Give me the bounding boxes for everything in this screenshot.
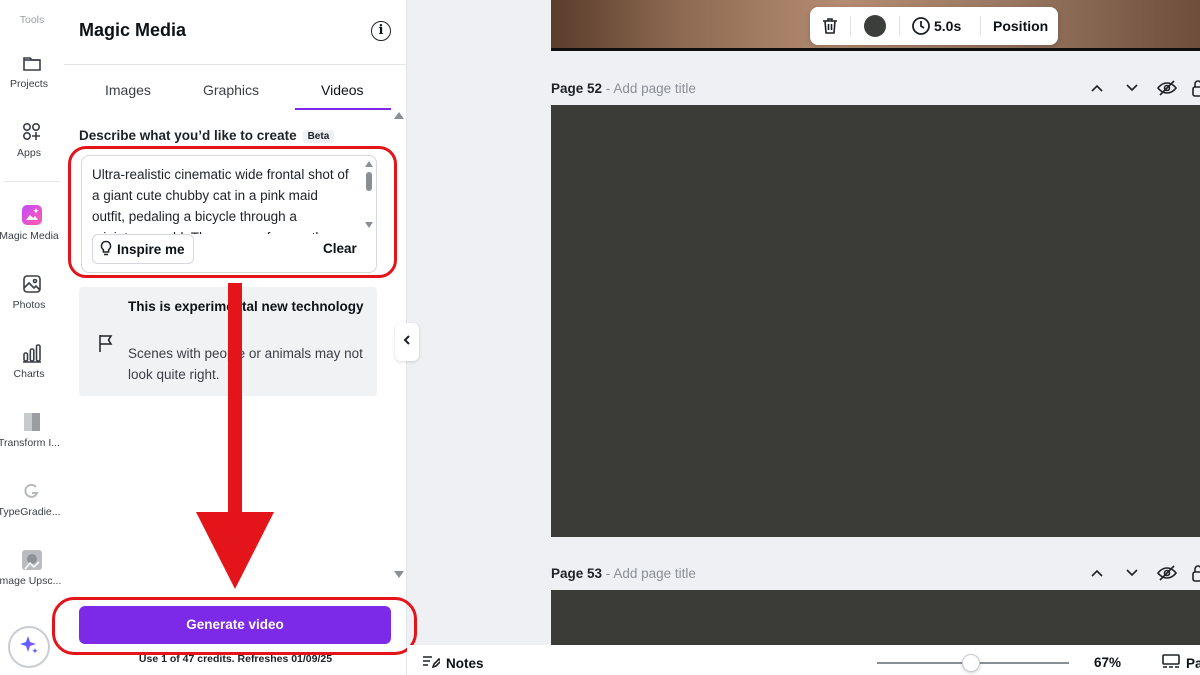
folder-icon bbox=[21, 52, 43, 74]
lock-page-icon[interactable] bbox=[1192, 79, 1200, 102]
page-title-bar[interactable]: Page 52 - Add page title bbox=[551, 81, 696, 96]
rail-item-photos[interactable]: Photos bbox=[0, 273, 64, 311]
rail-item-image-upscaler[interactable]: Image Upsc... bbox=[0, 549, 64, 587]
page-title-bar[interactable]: Page 53 - Add page title bbox=[551, 566, 696, 581]
inspire-me-button[interactable]: Inspire me bbox=[92, 234, 194, 264]
panel-title: Magic Media bbox=[79, 20, 187, 40]
clear-button[interactable]: Clear bbox=[323, 241, 357, 256]
rail-item-typegradient[interactable]: TypeGradie... bbox=[0, 480, 64, 518]
prompt-textarea[interactable]: Ultra-realistic cinematic wide frontal s… bbox=[81, 155, 377, 273]
rail-item-label: TypeGradie... bbox=[0, 506, 61, 518]
page-title-placeholder[interactable]: Add page title bbox=[613, 566, 696, 581]
prompt-scrollbar-thumb[interactable] bbox=[366, 172, 372, 191]
collapse-panel-button[interactable] bbox=[395, 323, 419, 361]
rail-item-apps[interactable]: Apps bbox=[0, 121, 64, 159]
page-title-separator: - bbox=[602, 81, 614, 96]
sparkle-icon bbox=[18, 634, 40, 661]
left-rail: Tools Projects Apps Magic Media Photos C… bbox=[0, 0, 64, 675]
magic-media-panel: Magic Media i Images Graphics Videos Des… bbox=[64, 0, 407, 675]
rail-item-magic-media[interactable]: Magic Media bbox=[0, 204, 64, 242]
rail-item-label: Projects bbox=[10, 78, 48, 90]
typegradient-app-icon bbox=[21, 480, 43, 502]
pages-label: Pages bbox=[1186, 656, 1200, 671]
prompt-scroll-down-arrow[interactable] bbox=[365, 222, 373, 228]
tab-graphics[interactable]: Graphics bbox=[203, 82, 259, 98]
rail-item-label: Image Upsc... bbox=[0, 575, 62, 587]
page-number: Page 53 bbox=[551, 566, 603, 581]
rail-item-charts[interactable]: Charts bbox=[0, 342, 64, 380]
prompt-scroll-up-arrow[interactable] bbox=[365, 161, 373, 167]
notice-body: Scenes with people or animals may not lo… bbox=[128, 346, 363, 382]
prompt-label-text: Describe what you’d like to create bbox=[79, 128, 297, 143]
credits-info: Use 1 of 47 credits. Refreshes 01/09/25 bbox=[138, 653, 333, 665]
toolbar-divider bbox=[899, 16, 900, 36]
chevron-down-icon[interactable] bbox=[1125, 81, 1139, 100]
experimental-notice: This is experimental new technology Scen… bbox=[79, 287, 377, 396]
image-upscaler-app-icon bbox=[21, 549, 43, 571]
hide-page-icon[interactable] bbox=[1157, 79, 1177, 102]
pages-view-button[interactable]: Pages bbox=[1162, 654, 1200, 673]
chevron-left-icon bbox=[402, 333, 412, 351]
flag-icon bbox=[97, 333, 115, 358]
notes-label: Notes bbox=[446, 656, 484, 671]
notes-icon bbox=[422, 655, 443, 672]
rail-item-label: Photos bbox=[12, 299, 46, 311]
beta-badge: Beta bbox=[302, 130, 335, 143]
page-title-placeholder[interactable]: Add page title bbox=[613, 81, 696, 96]
lock-page-icon[interactable] bbox=[1192, 564, 1200, 587]
page-number: Page 52 bbox=[551, 81, 603, 96]
ai-assistant-button[interactable] bbox=[8, 626, 50, 668]
transform-app-icon bbox=[21, 411, 43, 433]
panel-header-divider bbox=[64, 64, 407, 65]
page-canvas-53[interactable] bbox=[551, 590, 1200, 645]
tab-images[interactable]: Images bbox=[105, 82, 151, 98]
duration-button[interactable]: 5.0s bbox=[934, 18, 961, 34]
toolbar-divider bbox=[980, 16, 981, 36]
lightbulb-icon bbox=[99, 240, 113, 259]
rail-item-transform[interactable]: Transform I... bbox=[0, 411, 64, 449]
tools-label: Tools bbox=[19, 14, 45, 26]
rail-item-label: Transform I... bbox=[0, 437, 61, 449]
toolbar-divider bbox=[850, 16, 851, 36]
zoom-level[interactable]: 67% bbox=[1094, 655, 1121, 670]
color-swatch-button[interactable] bbox=[864, 15, 886, 37]
zoom-slider-thumb[interactable] bbox=[962, 654, 980, 672]
generate-video-button[interactable]: Generate video bbox=[79, 606, 391, 644]
notes-button[interactable]: Notes bbox=[422, 655, 484, 672]
hide-page-icon[interactable] bbox=[1157, 564, 1177, 587]
chevron-down-icon[interactable] bbox=[1125, 566, 1139, 585]
panel-scroll-up-arrow[interactable] bbox=[394, 112, 404, 119]
chevron-up-icon[interactable] bbox=[1090, 81, 1104, 100]
prompt-label: Describe what you’d like to create Beta bbox=[79, 128, 335, 143]
rail-item-projects[interactable]: Projects bbox=[0, 52, 64, 90]
notice-title: This is experimental new technology bbox=[128, 299, 364, 314]
apps-icon bbox=[21, 121, 43, 143]
rail-item-label: Magic Media bbox=[0, 230, 59, 242]
chevron-up-icon[interactable] bbox=[1090, 566, 1104, 585]
bottom-bar: Notes 67% Pages bbox=[407, 645, 1200, 675]
trash-icon[interactable] bbox=[820, 16, 840, 41]
inspire-me-label: Inspire me bbox=[117, 241, 185, 257]
rail-divider bbox=[4, 181, 60, 182]
photos-icon bbox=[21, 273, 43, 295]
rail-item-label: Charts bbox=[13, 368, 45, 380]
active-tab-indicator bbox=[295, 108, 391, 110]
pages-icon bbox=[1162, 654, 1180, 673]
tab-videos[interactable]: Videos bbox=[321, 82, 364, 98]
clock-icon[interactable] bbox=[911, 16, 931, 41]
position-button[interactable]: Position bbox=[993, 18, 1048, 34]
info-icon[interactable]: i bbox=[371, 21, 391, 41]
page-canvas-52[interactable] bbox=[551, 105, 1200, 537]
charts-icon bbox=[21, 342, 43, 364]
rail-item-label: Apps bbox=[17, 147, 41, 159]
prompt-text[interactable]: Ultra-realistic cinematic wide frontal s… bbox=[92, 164, 354, 234]
panel-scroll-down-arrow[interactable] bbox=[394, 571, 404, 578]
element-toolbar: 5.0s Position bbox=[810, 7, 1058, 45]
magic-media-icon bbox=[21, 204, 43, 226]
page-title-separator: - bbox=[602, 566, 614, 581]
